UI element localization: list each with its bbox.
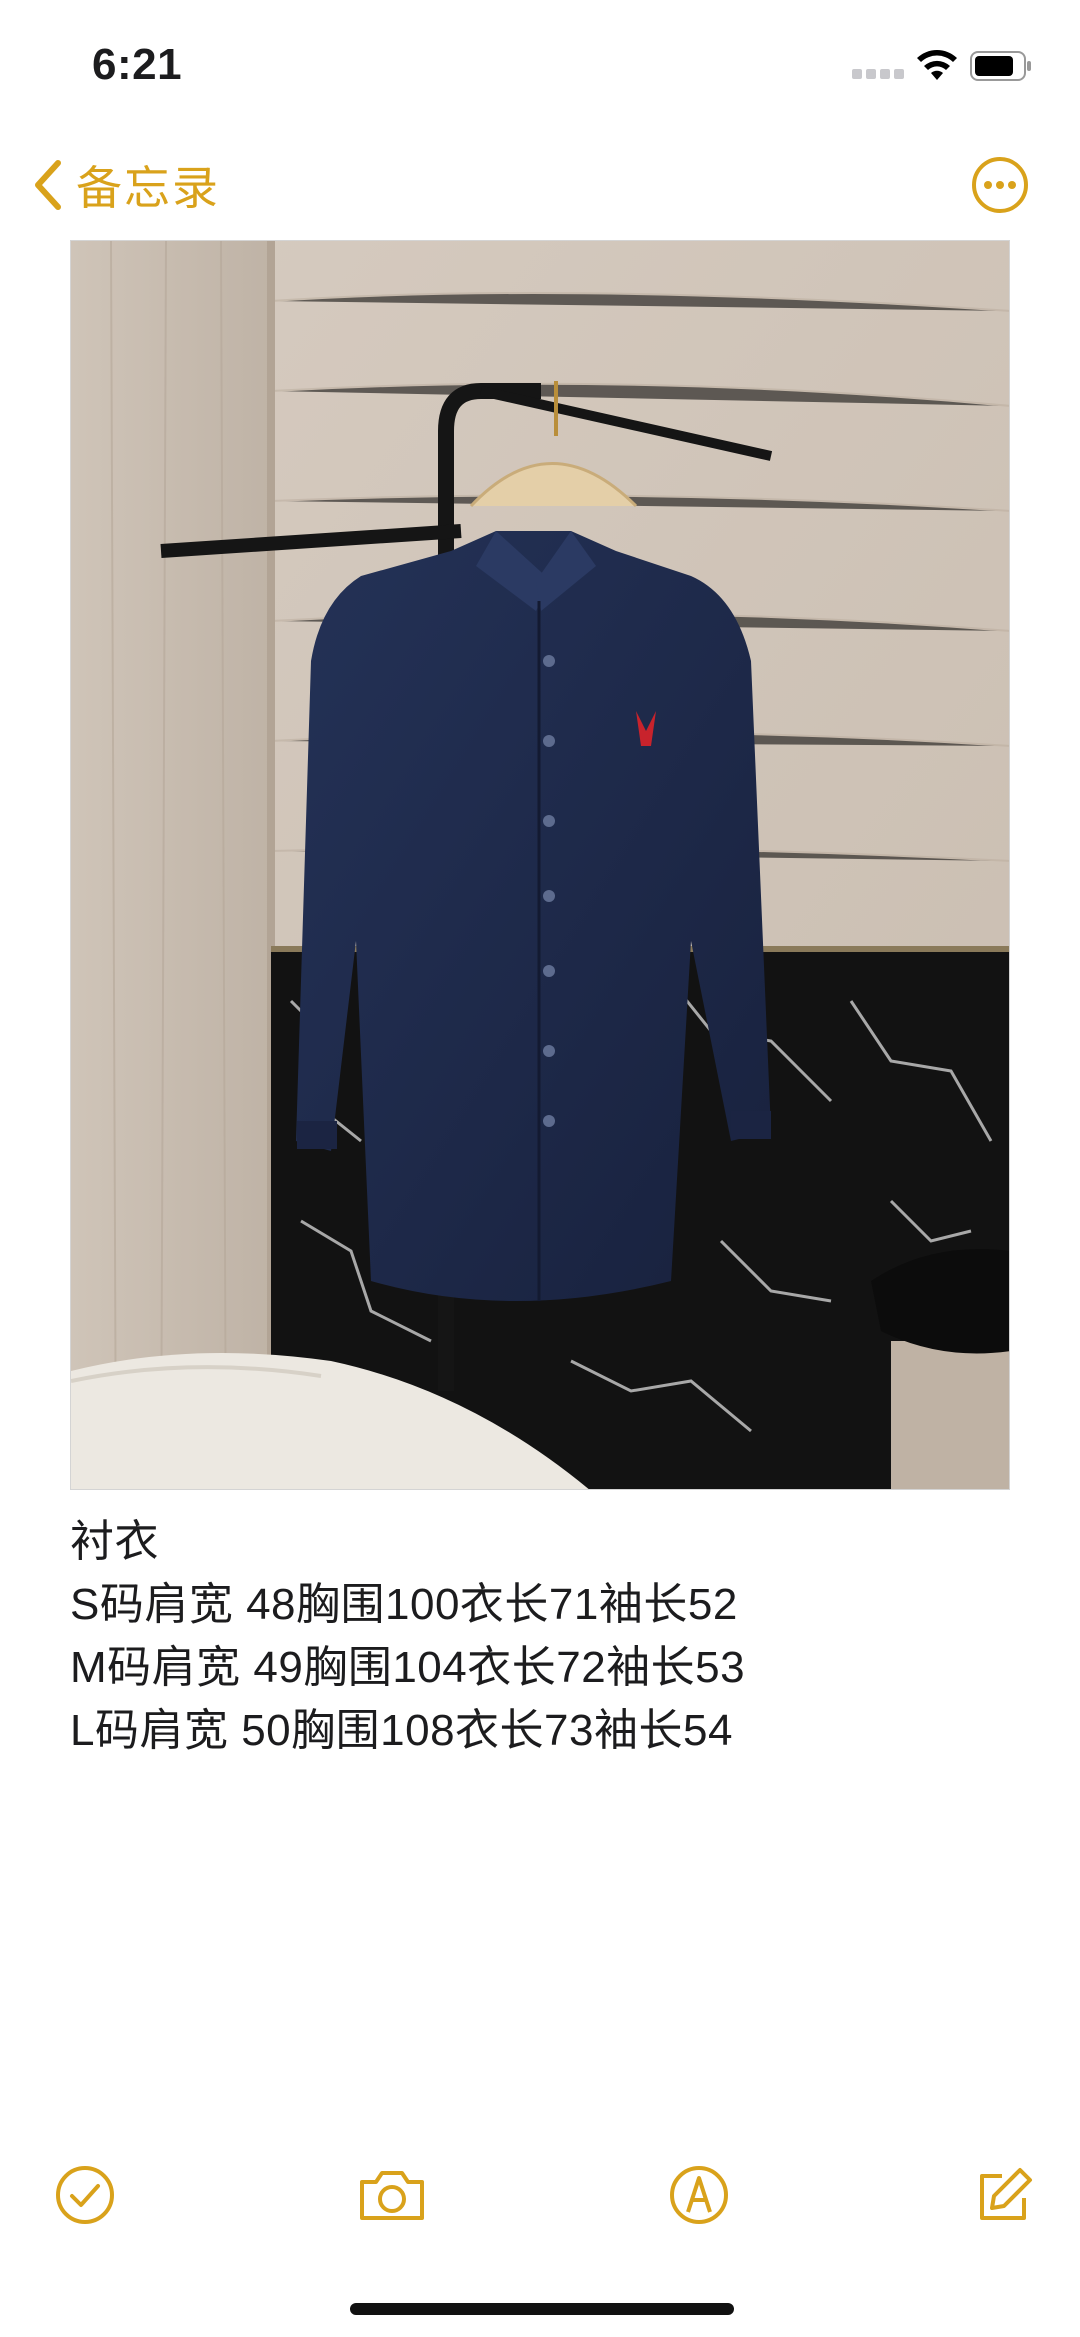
back-button[interactable]: 备忘录: [30, 150, 220, 220]
chevron-left-icon: [35, 160, 61, 210]
navigation-bar: 备忘录: [0, 140, 1080, 230]
bottom-toolbar: [0, 2150, 1080, 2240]
ellipsis-circle-icon[interactable]: [970, 155, 1030, 215]
home-indicator[interactable]: [350, 2303, 734, 2315]
battery-icon: [970, 51, 1031, 81]
camera-icon[interactable]: [356, 2162, 428, 2228]
note-body[interactable]: 衬衣 S码肩宽 48胸围100衣长71袖长52 M码肩宽 49胸围104衣长72…: [70, 1510, 1010, 1762]
note-line-m: M码肩宽 49胸围104衣长72袖长53: [70, 1643, 746, 1692]
markup-icon[interactable]: [666, 2162, 732, 2228]
note-line-s: S码肩宽 48胸围100衣长71袖长52: [70, 1580, 738, 1629]
note-title: 衬衣: [70, 1517, 159, 1566]
status-bar: 6:21: [0, 0, 1080, 130]
back-button-label: 备忘录: [76, 162, 220, 214]
signal-icon: [852, 69, 906, 81]
status-time: 6:21: [92, 40, 183, 89]
checklist-icon[interactable]: [52, 2162, 118, 2228]
note-line-l: L码肩宽 50胸围108衣长73袖长54: [70, 1706, 733, 1755]
compose-icon[interactable]: [972, 2162, 1038, 2228]
wifi-icon: [917, 50, 957, 80]
note-photo[interactable]: [70, 240, 1010, 1490]
shirt-photo: [71, 241, 1009, 1489]
